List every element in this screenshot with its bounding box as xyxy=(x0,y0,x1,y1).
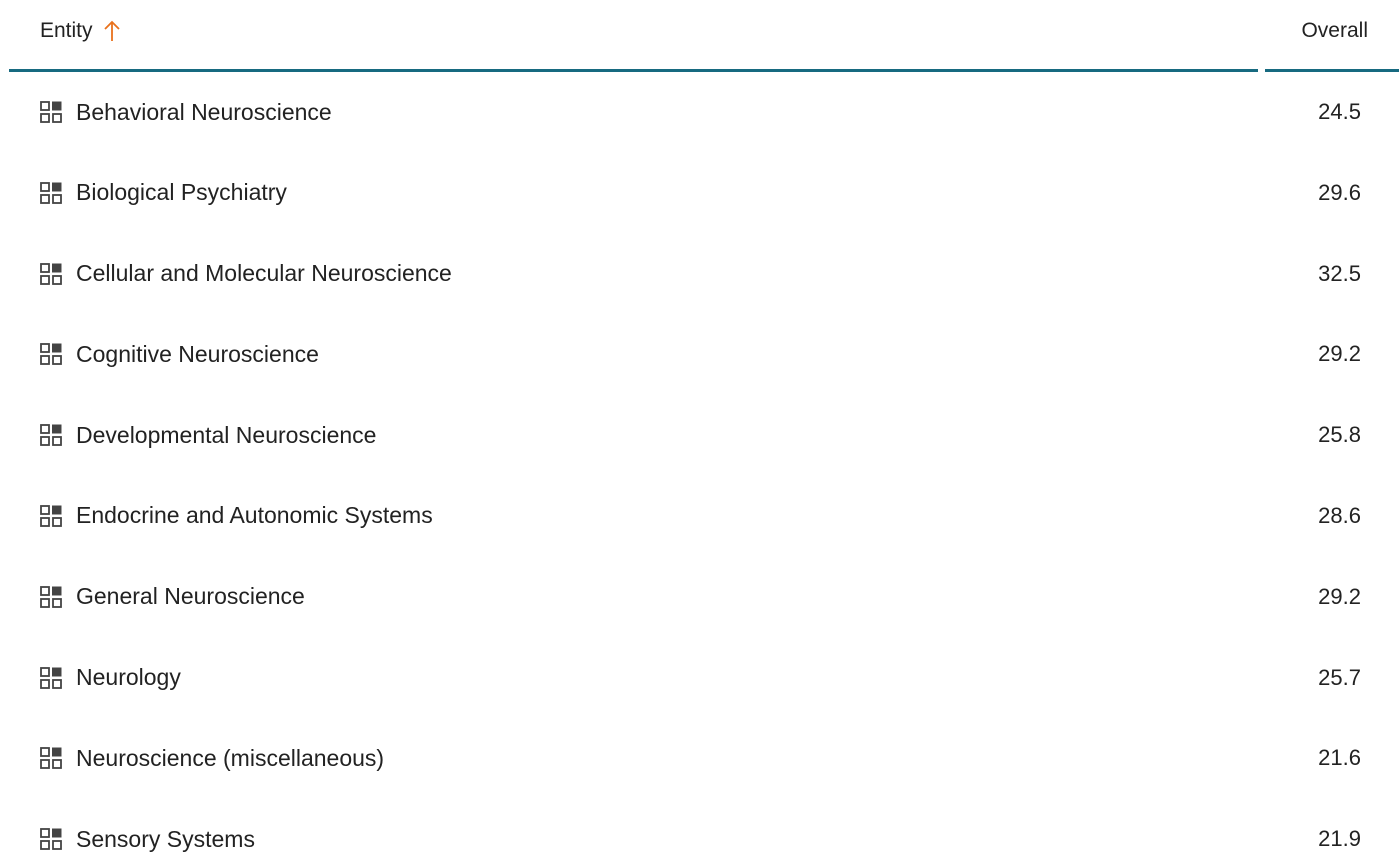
entity-cell[interactable]: Behavioral Neuroscience xyxy=(40,72,332,152)
grid-icon xyxy=(40,828,62,851)
entity-cell[interactable]: General Neuroscience xyxy=(40,557,305,637)
entity-name: Biological Psychiatry xyxy=(76,179,287,206)
table-row: Behavioral Neuroscience 24.5 xyxy=(0,72,1399,153)
overall-value: 25.7 xyxy=(1318,664,1361,690)
table-row: Endocrine and Autonomic Systems 28.6 xyxy=(0,476,1399,557)
entity-cell[interactable]: Biological Psychiatry xyxy=(40,153,287,233)
table-row: Biological Psychiatry 29.6 xyxy=(0,153,1399,234)
grid-icon xyxy=(40,666,62,689)
table-row: Neuroscience (miscellaneous) 21.6 xyxy=(0,718,1399,799)
entity-header-label: Entity xyxy=(40,19,93,42)
entity-cell[interactable]: Endocrine and Autonomic Systems xyxy=(40,476,433,556)
table-row: Sensory Systems 21.9 xyxy=(0,799,1399,855)
overall-header-label: Overall xyxy=(1301,19,1368,42)
grid-icon xyxy=(40,262,62,285)
entity-cell[interactable]: Neurology xyxy=(40,638,181,718)
overall-value: 28.6 xyxy=(1318,502,1361,528)
grid-icon xyxy=(40,505,62,527)
table-row: Developmental Neuroscience 25.8 xyxy=(0,395,1399,476)
table-body: Behavioral Neuroscience 24.5 Biological … xyxy=(0,72,1399,855)
grid-icon xyxy=(40,343,62,366)
entity-name: General Neuroscience xyxy=(76,583,305,610)
entity-name: Neurology xyxy=(76,664,181,691)
grid-icon xyxy=(40,747,62,770)
table-row: Cellular and Molecular Neuroscience 32.5 xyxy=(0,234,1399,315)
overall-value: 29.6 xyxy=(1318,179,1361,205)
entity-name: Cognitive Neuroscience xyxy=(76,340,319,367)
entity-table: Entity Overall Behavioral Neuroscience 2… xyxy=(0,0,1399,855)
entity-name: Cellular and Molecular Neuroscience xyxy=(76,260,452,287)
overall-value: 32.5 xyxy=(1318,260,1361,286)
table-header: Entity Overall xyxy=(0,0,1399,76)
entity-cell[interactable]: Developmental Neuroscience xyxy=(40,395,376,475)
entity-name: Sensory Systems xyxy=(76,825,255,852)
entity-name: Developmental Neuroscience xyxy=(76,421,377,448)
overall-value: 29.2 xyxy=(1318,583,1361,609)
entity-cell[interactable]: Cellular and Molecular Neuroscience xyxy=(40,234,452,314)
table-row: Cognitive Neuroscience 29.2 xyxy=(0,314,1399,395)
grid-icon xyxy=(40,424,62,447)
entity-name: Endocrine and Autonomic Systems xyxy=(76,502,433,529)
overall-column-header[interactable]: Overall xyxy=(1301,14,1368,48)
overall-value: 21.6 xyxy=(1318,745,1361,771)
overall-value: 25.8 xyxy=(1318,422,1361,448)
table-row: Neurology 25.7 xyxy=(0,638,1399,719)
grid-icon xyxy=(40,585,62,608)
entity-column-header[interactable]: Entity xyxy=(40,14,121,48)
entity-cell[interactable]: Neuroscience (miscellaneous) xyxy=(40,718,384,798)
overall-value: 24.5 xyxy=(1318,99,1361,124)
entity-cell[interactable]: Cognitive Neuroscience xyxy=(40,314,319,394)
arrow-up-icon[interactable] xyxy=(103,19,121,43)
overall-value: 29.2 xyxy=(1318,341,1361,367)
entity-name: Behavioral Neuroscience xyxy=(76,98,332,125)
table-row: General Neuroscience 29.2 xyxy=(0,557,1399,638)
entity-name: Neuroscience (miscellaneous) xyxy=(76,744,385,771)
overall-value: 21.9 xyxy=(1318,826,1361,852)
grid-icon xyxy=(40,101,62,123)
entity-cell[interactable]: Sensory Systems xyxy=(40,799,255,855)
grid-icon xyxy=(40,181,62,204)
